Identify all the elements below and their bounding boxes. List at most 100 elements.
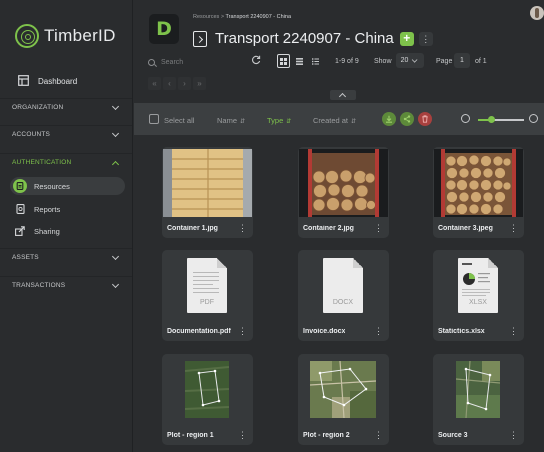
- file-menu-button[interactable]: ⋮: [509, 430, 518, 441]
- container-photo-icon: [163, 149, 252, 217]
- zoom-out-icon[interactable]: [461, 114, 470, 123]
- section-transactions[interactable]: TRANSACTIONS: [0, 276, 132, 294]
- share-icon: [13, 224, 27, 238]
- title-row: Transport 2240907 - China + ⋮: [193, 30, 433, 47]
- refresh-button[interactable]: [249, 55, 263, 69]
- file-menu-button[interactable]: ⋮: [374, 326, 383, 337]
- add-button[interactable]: +: [399, 31, 414, 46]
- file-card[interactable]: Source 3 ⋮: [433, 354, 524, 445]
- zoom-slider[interactable]: [478, 116, 524, 123]
- sort-name-label: Name: [217, 116, 238, 125]
- sidebar-item-resources[interactable]: Resources: [10, 177, 125, 195]
- org-logo: D: [149, 14, 179, 44]
- grid-icon: [280, 57, 287, 65]
- file-card-footer: Container 1.jpg ⋮: [162, 219, 253, 238]
- chevron-down-icon: [112, 104, 120, 112]
- pagination: « ‹ › »: [148, 77, 208, 90]
- file-menu-button[interactable]: ⋮: [374, 430, 383, 441]
- log-container-photo-icon: [299, 149, 388, 217]
- file-thumbnail: [162, 147, 253, 219]
- list-view-button[interactable]: [309, 54, 322, 68]
- xlsx-file-icon: XLSX: [458, 258, 498, 313]
- section-label: ORGANIZATION: [12, 104, 64, 111]
- section-assets[interactable]: ASSETS: [0, 248, 132, 266]
- avatar[interactable]: [530, 6, 544, 20]
- sort-created-button[interactable]: Created at ⇵: [313, 116, 356, 125]
- file-name: Plot - region 1: [167, 432, 214, 439]
- download-icon: [386, 115, 392, 123]
- file-thumbnail: DOCX: [298, 250, 389, 322]
- file-name: Container 3.jpeg: [438, 225, 493, 232]
- first-page-button[interactable]: «: [148, 77, 161, 90]
- sort-icon: ⇵: [240, 119, 246, 125]
- pdf-file-icon: PDF: [187, 258, 227, 313]
- app-logo[interactable]: TimberID: [15, 24, 116, 48]
- search-input[interactable]: Search: [148, 55, 236, 69]
- file-card-footer: Plot - region 2 ⋮: [298, 426, 389, 445]
- file-card[interactable]: Container 3.jpeg ⋮: [433, 147, 524, 238]
- section-label: ASSETS: [12, 254, 39, 261]
- file-thumbnail: [298, 147, 389, 219]
- page-size-select[interactable]: 20: [396, 53, 424, 68]
- prev-page-button[interactable]: ‹: [163, 77, 176, 90]
- fingerprint-icon: [15, 24, 39, 48]
- file-menu-button[interactable]: ⋮: [374, 223, 383, 234]
- file-name: Container 2.jpg: [303, 225, 354, 232]
- view-mode-group: [277, 54, 325, 68]
- more-options-button[interactable]: ⋮: [418, 31, 433, 46]
- next-page-button[interactable]: ›: [178, 77, 191, 90]
- file-card[interactable]: Container 2.jpg ⋮: [298, 147, 389, 238]
- page-number-input[interactable]: 1: [454, 53, 470, 68]
- file-card-footer: Plot - region 1 ⋮: [162, 426, 253, 445]
- section-organization[interactable]: ORGANIZATION: [0, 98, 132, 116]
- refresh-icon: [252, 55, 261, 65]
- select-all-checkbox[interactable]: [149, 114, 159, 124]
- sidebar-item-label: Dashboard: [38, 76, 78, 86]
- file-card[interactable]: PDF Documentation.pdf ⋮: [162, 250, 253, 341]
- zoom-in-icon[interactable]: [529, 114, 538, 123]
- file-card[interactable]: XLSX Statictics.xlsx ⋮: [433, 250, 524, 341]
- chevron-up-icon: [112, 159, 120, 167]
- search-icon: [148, 58, 155, 66]
- breadcrumb: Resources > Transport 2240907 - China: [193, 14, 291, 20]
- sort-name-button[interactable]: Name ⇵: [217, 116, 245, 125]
- file-name: Invoice.docx: [303, 328, 346, 335]
- sidebar-item-sharing[interactable]: Sharing: [10, 222, 125, 240]
- table-icon: [296, 57, 303, 65]
- sidebar-item-reports[interactable]: Reports: [10, 200, 125, 218]
- dashboard-icon: [17, 75, 29, 87]
- file-card[interactable]: DOCX Invoice.docx ⋮: [298, 250, 389, 341]
- file-card-footer: Source 3 ⋮: [433, 426, 524, 445]
- select-all-label[interactable]: Select all: [164, 116, 194, 125]
- breadcrumb-parent[interactable]: Resources: [193, 14, 219, 20]
- file-card[interactable]: Container 1.jpg ⋮: [162, 147, 253, 238]
- sidebar-item-dashboard[interactable]: Dashboard: [0, 71, 132, 91]
- breadcrumb-current: Transport 2240907 - China: [225, 14, 292, 20]
- file-card[interactable]: Plot - region 2 ⋮: [298, 354, 389, 445]
- section-accounts[interactable]: ACCOUNTS: [0, 125, 132, 143]
- share-button[interactable]: [400, 112, 414, 126]
- file-card[interactable]: Plot - region 1 ⋮: [162, 354, 253, 445]
- file-menu-button[interactable]: ⋮: [238, 430, 247, 441]
- file-menu-button[interactable]: ⋮: [509, 223, 518, 234]
- compact-view-button[interactable]: [293, 54, 306, 68]
- file-card-footer: Container 3.jpeg ⋮: [433, 219, 524, 238]
- section-authentication[interactable]: AUTHENTICATION: [0, 153, 132, 171]
- trash-icon: [422, 115, 428, 123]
- last-page-button[interactable]: »: [193, 77, 206, 90]
- grid-view-button[interactable]: [277, 54, 290, 68]
- satellite-map-icon: [185, 361, 229, 418]
- download-button[interactable]: [382, 112, 396, 126]
- file-menu-button[interactable]: ⋮: [509, 326, 518, 337]
- section-label: TRANSACTIONS: [12, 282, 66, 289]
- zoom-slider-handle[interactable]: [488, 116, 496, 123]
- sort-icon: ⇵: [351, 119, 357, 125]
- file-extension: PDF: [200, 299, 214, 306]
- sort-type-button[interactable]: Type ⇵: [267, 116, 291, 125]
- delete-button[interactable]: [418, 112, 432, 126]
- file-menu-button[interactable]: ⋮: [238, 223, 247, 234]
- file-name: Source 3: [438, 432, 468, 439]
- page-label: Page: [436, 58, 453, 65]
- file-menu-button[interactable]: ⋮: [238, 326, 247, 337]
- collapse-header-button[interactable]: [330, 90, 356, 100]
